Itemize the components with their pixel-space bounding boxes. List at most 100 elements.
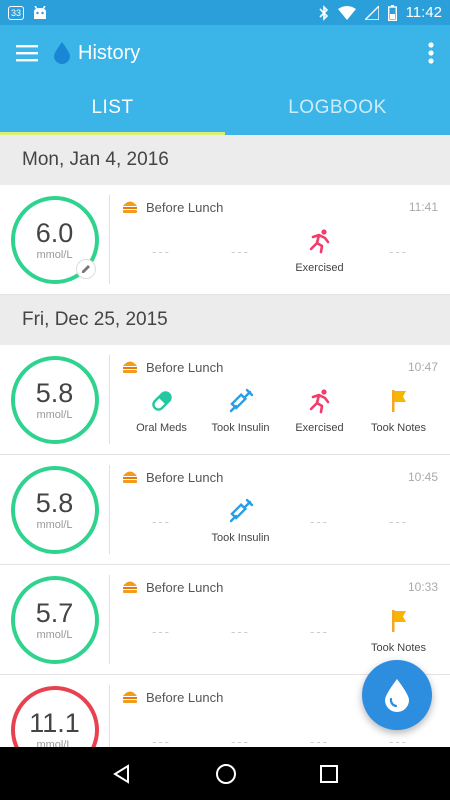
meal-label: Before Lunch [146, 199, 224, 215]
tag-slot: --- [359, 491, 438, 551]
tag-label: Took Notes [370, 642, 427, 654]
empty-tag: --- [310, 623, 329, 639]
entry-details: Before Lunch 10:33 --- --- --- Took Note… [110, 565, 450, 674]
list-item[interactable]: 5.8 mmol/L Before Lunch 10:47 Oral Meds … [0, 345, 450, 455]
tag-slot: --- [280, 601, 359, 661]
tab-bar: LIST LOGBOOK [0, 81, 450, 135]
status-bar: 33 11:42 [0, 0, 450, 25]
meal-row: Before Lunch 10:45 [122, 455, 438, 491]
battery-icon [387, 4, 397, 21]
page-title: History [78, 41, 141, 64]
tag-took-notes: Took Notes [359, 601, 438, 661]
empty-tag: --- [231, 733, 250, 748]
tag-label: Took Insulin [211, 532, 270, 544]
tab-logbook[interactable]: LOGBOOK [225, 81, 450, 135]
glucose-ring: 5.8 mmol/L [10, 355, 99, 444]
glucose-unit: mmol/L [36, 408, 73, 421]
burger-icon [123, 691, 137, 703]
android-notification-icon [34, 5, 47, 19]
empty-tag: --- [389, 243, 408, 259]
tag-slot: --- [201, 711, 280, 748]
date-header: Mon, Jan 4, 2016 [0, 135, 450, 185]
syringe-icon [229, 498, 253, 523]
blood-drop-icon [385, 679, 409, 712]
meal-row: Before Lunch 11:41 [122, 185, 438, 221]
tag-took-insulin: Took Insulin [201, 491, 280, 551]
empty-tag: --- [231, 623, 250, 639]
list-item[interactable]: 5.8 mmol/L Before Lunch 10:45 --- Took I… [0, 455, 450, 565]
tag-slot: --- [280, 491, 359, 551]
tag-label: Took Insulin [211, 422, 270, 434]
meal-label: Before Lunch [146, 579, 224, 595]
tag-slot: --- [122, 221, 201, 281]
empty-tag: --- [389, 513, 408, 529]
bluetooth-icon [318, 4, 328, 21]
empty-tag: --- [310, 513, 329, 529]
exercise-icon [309, 389, 329, 414]
edit-icon[interactable] [76, 259, 96, 279]
tag-row: --- --- Exercised --- [122, 221, 438, 281]
burger-icon [123, 361, 137, 373]
glucose-unit: mmol/L [36, 248, 73, 261]
glucose-unit: mmol/L [36, 628, 73, 641]
wifi-icon [337, 5, 356, 20]
entry-details: Before Lunch 11:41 --- --- Exercised --- [110, 185, 450, 294]
meal-row: Before Lunch 10:47 [122, 345, 438, 381]
menu-icon[interactable] [16, 44, 40, 62]
reading-cell: 5.7 mmol/L [0, 575, 110, 664]
notification-count-badge: 33 [8, 5, 25, 20]
glucose-ring: 5.7 mmol/L [10, 575, 99, 664]
date-header: Fri, Dec 25, 2015 [0, 295, 450, 345]
empty-tag: --- [152, 623, 171, 639]
glucose-ring: 5.8 mmol/L [10, 465, 99, 554]
entry-time: 10:33 [407, 580, 438, 594]
empty-tag: --- [152, 243, 171, 259]
clock: 11:42 [405, 4, 442, 21]
home-icon[interactable] [215, 763, 237, 785]
tag-slot: --- [122, 711, 201, 748]
glucose-value: 5.8 [35, 377, 74, 408]
tag-slot: --- [201, 221, 280, 281]
glucose-unit: mmol/L [36, 518, 73, 531]
tag-row: --- Took Insulin --- --- [122, 491, 438, 551]
tag-row: Oral Meds Took Insulin Exercised Took No… [122, 381, 438, 441]
empty-tag: --- [231, 243, 250, 259]
burger-icon [123, 581, 137, 593]
syringe-icon [229, 388, 253, 413]
back-icon[interactable] [112, 763, 132, 784]
meal-row: Before Lunch 10:33 [122, 565, 438, 601]
glucose-value: 5.7 [35, 597, 74, 628]
app-bar: History LIST LOGBOOK [0, 25, 450, 135]
reading-cell: 11.1 mmol/L [0, 685, 110, 747]
tab-list[interactable]: LIST [0, 81, 225, 135]
tag-label: Exercised [295, 422, 344, 434]
meal-label: Before Lunch [146, 469, 224, 485]
tag-slot: --- [122, 491, 201, 551]
drop-icon [54, 42, 70, 64]
recents-icon[interactable] [320, 764, 339, 783]
list-item[interactable]: 5.7 mmol/L Before Lunch 10:33 --- --- --… [0, 565, 450, 675]
add-reading-button[interactable] [362, 660, 432, 730]
reading-cell: 6.0 mmol/L [0, 195, 110, 284]
tag-slot: --- [201, 601, 280, 661]
tag-slot: --- [280, 711, 359, 748]
tag-slot: --- [359, 221, 438, 281]
reading-cell: 5.8 mmol/L [0, 355, 110, 444]
meal-label: Before Lunch [146, 689, 224, 705]
exercise-icon [309, 229, 329, 254]
empty-tag: --- [310, 733, 329, 748]
tag-label: Exercised [295, 262, 344, 274]
reading-cell: 5.8 mmol/L [0, 465, 110, 554]
glucose-value: 6.0 [35, 217, 74, 248]
meal-label: Before Lunch [146, 359, 224, 375]
overflow-menu-icon[interactable] [428, 42, 434, 64]
system-nav-bar [0, 747, 450, 800]
tag-took-insulin: Took Insulin [201, 381, 280, 441]
tag-took-notes: Took Notes [359, 381, 438, 441]
empty-tag: --- [152, 733, 171, 748]
tag-exercised: Exercised [280, 221, 359, 281]
flag-icon [391, 610, 406, 632]
list-item[interactable]: 6.0 mmol/L Before Lunch 11:41 --- --- Ex… [0, 185, 450, 295]
entry-time: 10:45 [407, 470, 438, 484]
history-list[interactable]: Mon, Jan 4, 2016 6.0 mmol/L Before Lunch… [0, 135, 450, 747]
